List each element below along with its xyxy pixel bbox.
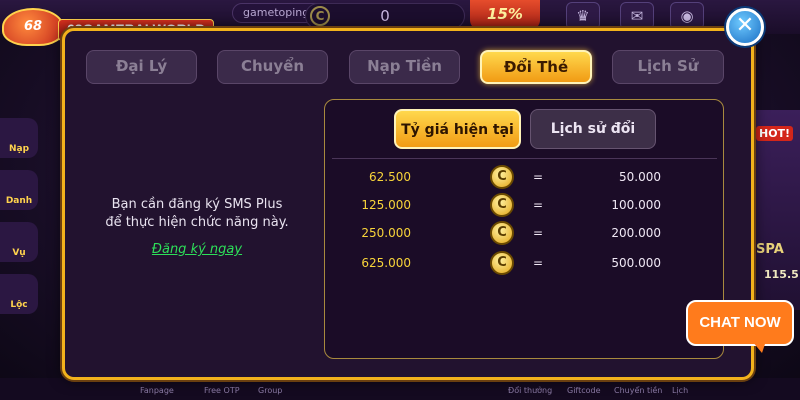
bottom-label-doi-thuong: Đổi thưởng (508, 386, 553, 395)
mail-icon: ✉ (620, 2, 654, 30)
sms-plus-message: Bạn cần đăng ký SMS Plus để thực hiện ch… (92, 196, 302, 232)
logo-badge: 68 (2, 8, 64, 46)
rate-coins: 125.000 (361, 198, 411, 212)
bottom-label-lich: Lịch (672, 386, 689, 395)
rate-equals: = (533, 198, 544, 212)
left-menu-item-danh: Danh (0, 170, 38, 210)
tab-chuyen[interactable]: Chuyển (217, 50, 328, 84)
chat-now-button[interactable]: CHAT NOW (686, 300, 794, 346)
left-menu-item-vu: Vụ (0, 222, 38, 262)
rate-row: 250.000 C = 200.000 (330, 220, 715, 246)
left-menu-item-nap: Nạp (0, 118, 38, 158)
bottom-label-giftcode: Giftcode (567, 386, 601, 395)
rate-value: 500.000 (611, 256, 661, 270)
rate-equals: = (533, 170, 544, 184)
right-game-value: 115.5 (764, 268, 799, 281)
subtab-current-rate[interactable]: Tỷ giá hiện tại (394, 109, 521, 149)
camera-icon: ◉ (670, 2, 704, 30)
right-game-label: SPA (756, 242, 784, 257)
hot-badge: HOT! (756, 126, 794, 141)
bottom-label-group: Group (258, 386, 283, 395)
bottom-label-fanpage: Fanpage (140, 386, 174, 395)
rate-equals: = (533, 256, 544, 270)
coin-icon: C (310, 6, 330, 26)
sms-plus-message-line1: Bạn cần đăng ký SMS Plus (111, 197, 283, 212)
tab-dai-ly[interactable]: Đại Lý (86, 50, 197, 84)
rate-coins: 250.000 (361, 226, 411, 240)
rate-row: 125.000 C = 100.000 (330, 192, 715, 218)
coin-icon: C (490, 221, 514, 245)
rate-row: 625.000 C = 500.000 (330, 250, 715, 276)
coin-icon: C (490, 165, 514, 189)
subtab-exchange-history[interactable]: Lịch sử đổi (530, 109, 656, 149)
rate-value: 200.000 (611, 226, 661, 240)
rate-divider (332, 158, 717, 159)
chat-bubble-tail (752, 341, 766, 353)
close-button[interactable]: ✕ (726, 8, 764, 46)
rate-value: 100.000 (611, 198, 661, 212)
sms-plus-message-line2: để thực hiện chức năng này. (105, 215, 289, 230)
bottom-label-free-otp: Free OTP (204, 386, 240, 395)
rate-coins: 625.000 (361, 256, 411, 270)
register-now-link[interactable]: Đăng ký ngay (92, 242, 302, 257)
coin-icon: C (490, 251, 514, 275)
tab-doi-the[interactable]: Đổi Thẻ (480, 50, 592, 84)
bottom-label-chuyen-tien: Chuyển tiền (614, 386, 663, 395)
rate-value: 50.000 (619, 170, 661, 184)
rate-coins: 62.500 (369, 170, 411, 184)
tab-lich-su[interactable]: Lịch Sử (612, 50, 724, 84)
rate-equals: = (533, 226, 544, 240)
left-menu-item-loc: Lộc (0, 274, 38, 314)
promo-badge: 15% (470, 0, 540, 30)
rate-row: 62.500 C = 50.000 (330, 164, 715, 190)
tab-nap-tien[interactable]: Nạp Tiền (349, 50, 460, 84)
crown-icon: ♛ (566, 2, 600, 30)
coin-icon: C (490, 193, 514, 217)
